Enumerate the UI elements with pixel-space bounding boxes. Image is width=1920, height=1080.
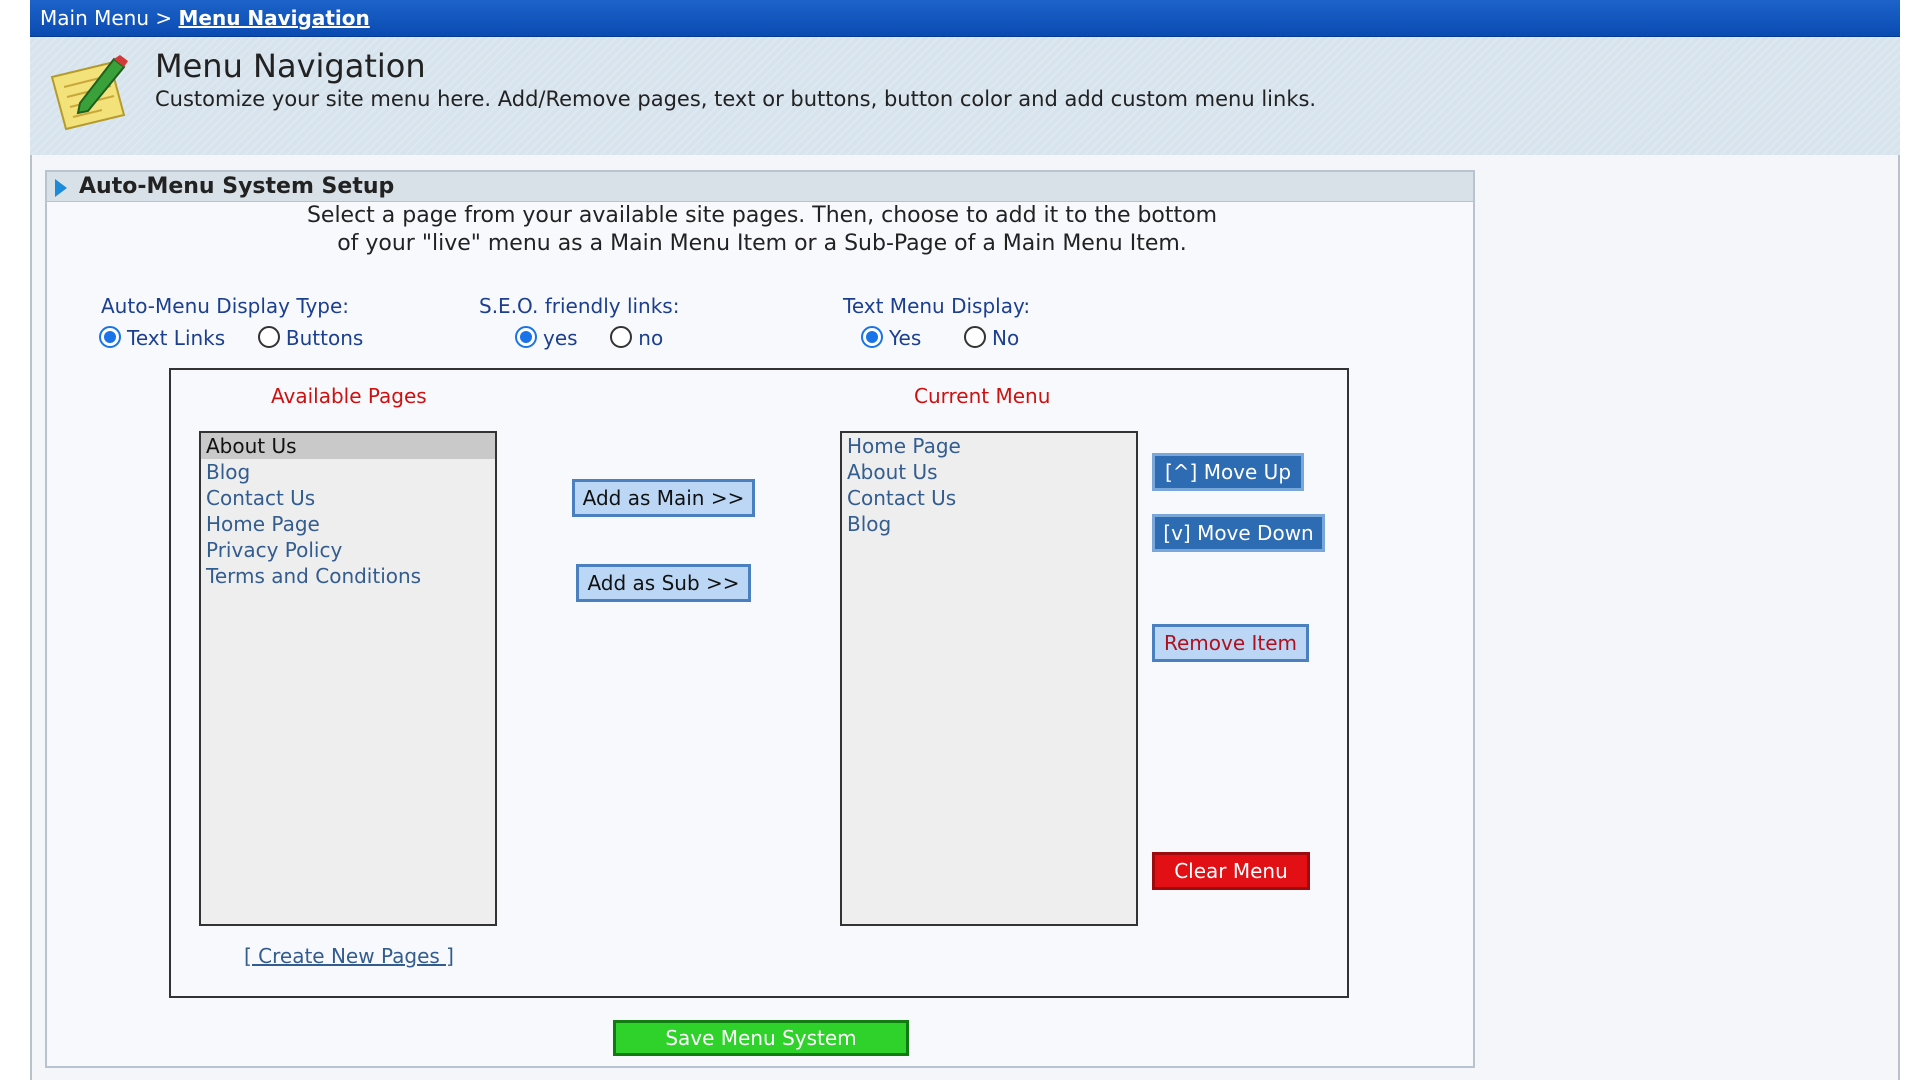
current-menu-heading: Current Menu: [914, 384, 1051, 408]
text-menu-no-label[interactable]: No: [992, 326, 1019, 350]
available-pages-heading: Available Pages: [271, 384, 427, 408]
list-item[interactable]: About Us: [201, 433, 495, 459]
list-item[interactable]: Home Page: [842, 433, 1136, 459]
clear-menu-button[interactable]: Clear Menu: [1152, 852, 1310, 890]
add-as-sub-button[interactable]: Add as Sub >>: [576, 564, 751, 602]
page-header: Menu Navigation Customize your site menu…: [30, 37, 1900, 155]
text-menu-group: Text Menu Display:: [843, 294, 1030, 318]
instructions-line-2: of your "live" menu as a Main Menu Item …: [337, 231, 1187, 256]
text-menu-options: Yes No: [861, 326, 1019, 350]
seo-yes-label[interactable]: yes: [543, 326, 578, 350]
page: Main Menu > Menu Navigation Menu Navigat…: [0, 0, 1920, 1080]
seo-label: S.E.O. friendly links:: [479, 294, 680, 318]
text-links-label[interactable]: Text Links: [127, 326, 225, 350]
instructions-line-1: Select a page from your available site p…: [306, 203, 1218, 228]
list-item[interactable]: Blog: [842, 511, 1136, 537]
buttons-radio[interactable]: [257, 326, 280, 348]
list-item[interactable]: About Us: [842, 459, 1136, 485]
seo-no-label[interactable]: no: [638, 326, 663, 350]
seo-options: yes no: [515, 326, 663, 350]
auto-menu-panel: Auto-Menu System Setup Select a page fro…: [45, 170, 1475, 1068]
create-new-pages-link[interactable]: [ Create New Pages ]: [244, 944, 454, 968]
list-item[interactable]: Blog: [201, 459, 495, 485]
available-pages-list[interactable]: About Us Blog Contact Us Home Page Priva…: [199, 431, 497, 926]
seo-group: S.E.O. friendly links:: [479, 294, 679, 318]
display-type-options: Text Links Buttons: [99, 326, 363, 350]
breadcrumb: Main Menu > Menu Navigation: [30, 0, 1900, 37]
list-item[interactable]: Contact Us: [842, 485, 1136, 511]
list-item[interactable]: Contact Us: [201, 485, 495, 511]
current-menu-list[interactable]: Home Page About Us Contact Us Blog: [840, 431, 1138, 926]
text-menu-yes-label[interactable]: Yes: [889, 326, 921, 350]
breadcrumb-root[interactable]: Main Menu: [40, 6, 149, 30]
seo-no-radio[interactable]: [610, 326, 633, 348]
add-as-main-button[interactable]: Add as Main >>: [572, 479, 755, 517]
move-up-button[interactable]: [^] Move Up: [1152, 453, 1304, 491]
move-down-button[interactable]: [v] Move Down: [1152, 514, 1325, 552]
panel-title: Auto-Menu System Setup: [79, 174, 395, 199]
expand-triangle-icon[interactable]: [55, 179, 67, 197]
display-type-group: Auto-Menu Display Type:: [101, 294, 349, 318]
remove-item-button[interactable]: Remove Item: [1152, 624, 1309, 662]
buttons-label[interactable]: Buttons: [286, 326, 363, 350]
list-item[interactable]: Privacy Policy: [201, 537, 495, 563]
page-title: Menu Navigation: [155, 47, 426, 85]
breadcrumb-separator: >: [149, 6, 179, 30]
save-menu-button[interactable]: Save Menu System: [613, 1020, 909, 1056]
notepad-pencil-icon: [50, 55, 128, 131]
text-menu-yes-radio[interactable]: [861, 326, 883, 348]
text-menu-label: Text Menu Display:: [843, 294, 1031, 318]
display-type-label: Auto-Menu Display Type:: [101, 294, 350, 318]
list-item[interactable]: Terms and Conditions: [201, 563, 495, 589]
menu-editor-box: Available Pages Current Menu About Us Bl…: [169, 368, 1349, 998]
instructions: Select a page from your available site p…: [47, 202, 1477, 258]
text-menu-no-radio[interactable]: [964, 326, 987, 348]
breadcrumb-current[interactable]: Menu Navigation: [179, 6, 370, 30]
panel-header[interactable]: Auto-Menu System Setup: [47, 172, 1473, 202]
page-subtitle: Customize your site menu here. Add/Remov…: [155, 87, 1317, 111]
text-links-radio[interactable]: [99, 326, 121, 348]
seo-yes-radio[interactable]: [515, 326, 537, 348]
list-item[interactable]: Home Page: [201, 511, 495, 537]
